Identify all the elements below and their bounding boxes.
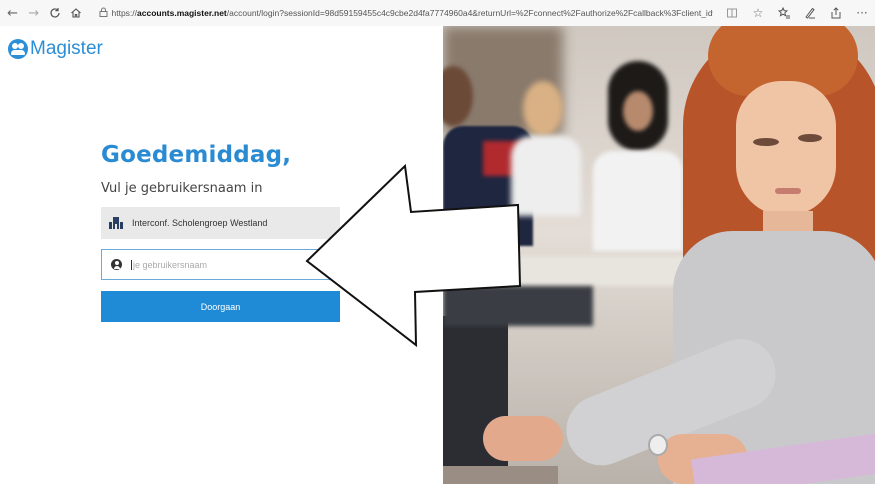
- favorite-icon[interactable]: ☆: [745, 2, 771, 24]
- school-building-icon: [109, 217, 123, 229]
- address-bar[interactable]: https://accounts.magister.net/account/lo…: [99, 2, 713, 24]
- magister-logo-icon: [8, 39, 28, 59]
- home-icon[interactable]: [65, 2, 86, 24]
- browser-toolbar: ← → https://accounts.magister.net/accoun…: [0, 0, 875, 26]
- forward-icon[interactable]: →: [23, 2, 44, 24]
- magister-logo[interactable]: Magister: [8, 38, 103, 60]
- hero-photo: [443, 26, 875, 484]
- lock-icon[interactable]: [99, 7, 108, 20]
- url-prefix: https://: [111, 8, 138, 18]
- share-icon[interactable]: [823, 2, 849, 24]
- school-selector[interactable]: Interconf. Scholengroep Westland: [101, 207, 340, 239]
- refresh-icon[interactable]: [44, 2, 65, 24]
- username-field[interactable]: [101, 249, 340, 280]
- login-panel: Magister Goedemiddag, Vul je gebruikersn…: [0, 26, 443, 484]
- url-path: /account/login?sessionId=98d59159455c4c9…: [226, 8, 713, 18]
- continue-button[interactable]: Doorgaan: [101, 291, 340, 322]
- reading-view-icon[interactable]: [719, 2, 745, 24]
- pen-icon[interactable]: [797, 2, 823, 24]
- login-instruction: Vul je gebruikersnaam in: [101, 181, 263, 196]
- url-host: accounts.magister.net: [137, 8, 227, 18]
- school-name: Interconf. Scholengroep Westland: [132, 218, 268, 228]
- greeting-heading: Goedemiddag,: [101, 142, 292, 168]
- back-icon[interactable]: ←: [2, 2, 23, 24]
- brand-name: Magister: [30, 38, 103, 59]
- more-icon[interactable]: ···: [849, 2, 875, 24]
- favorites-list-icon[interactable]: [771, 2, 797, 24]
- username-input[interactable]: [131, 259, 331, 270]
- user-icon: [111, 259, 122, 270]
